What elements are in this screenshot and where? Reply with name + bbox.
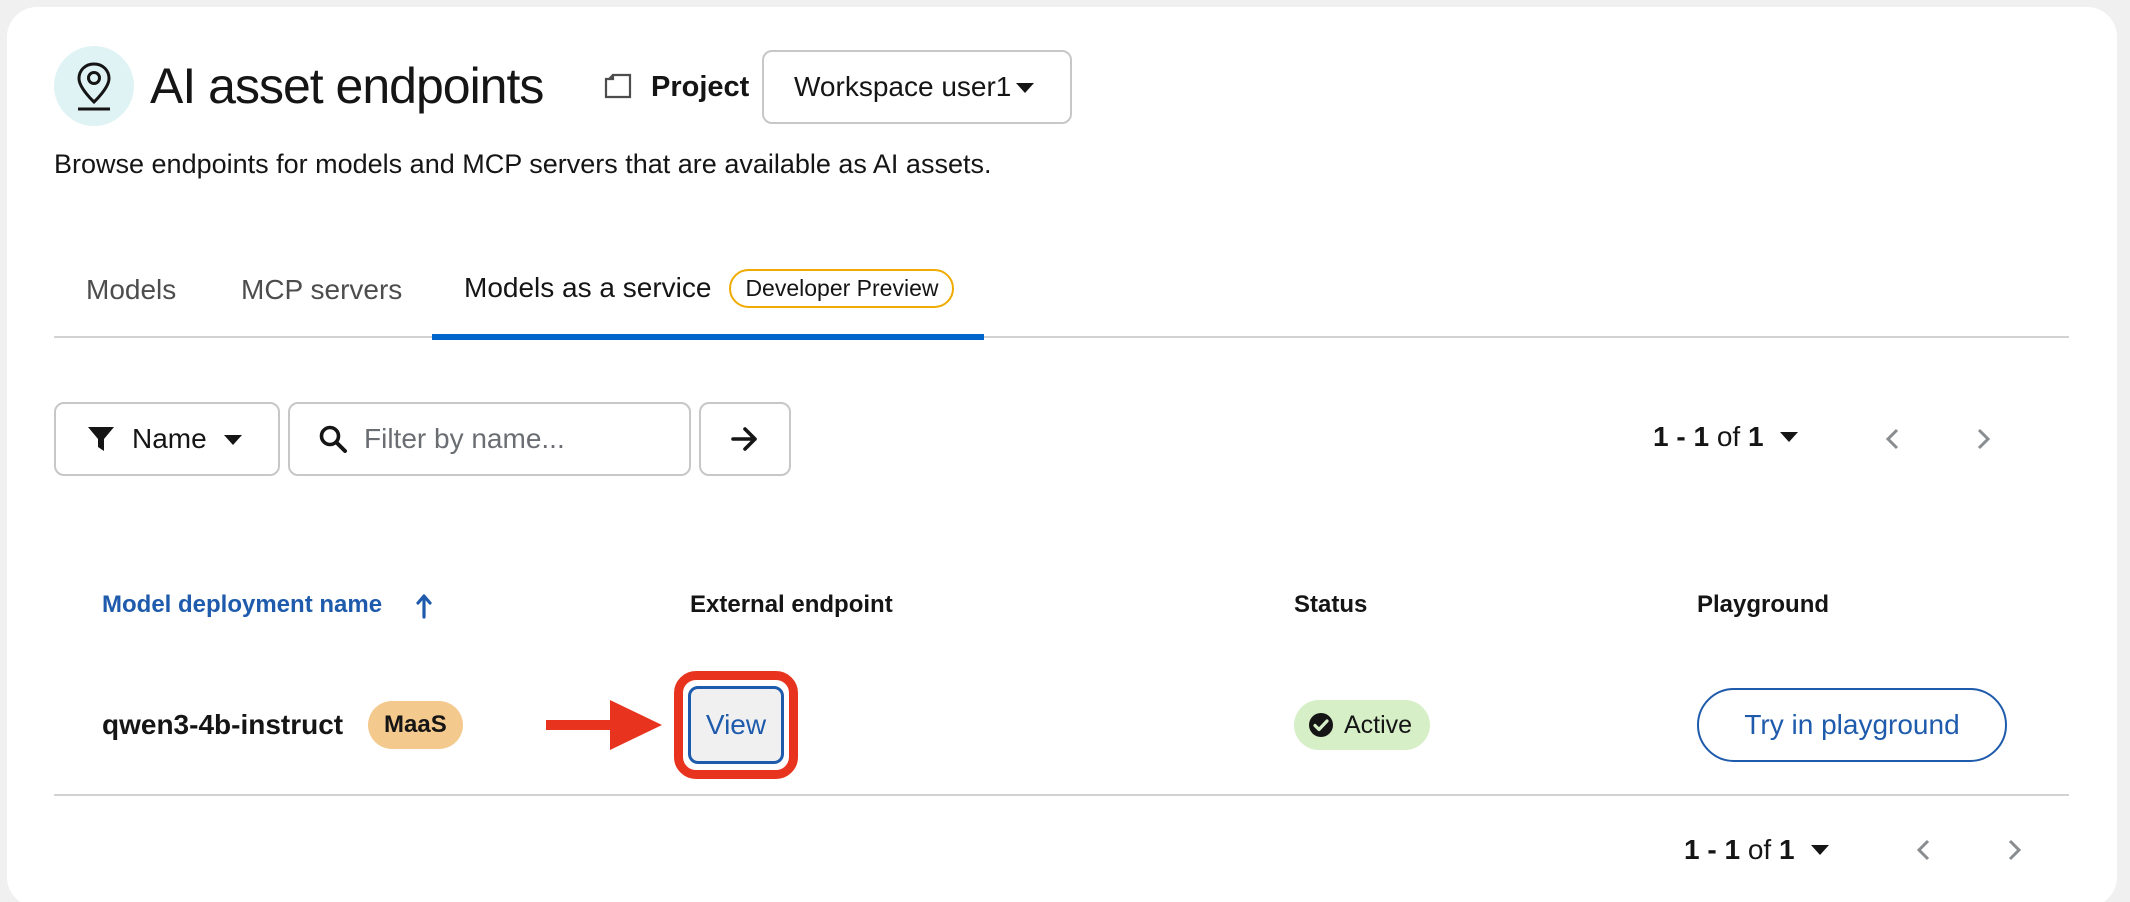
filter-icon	[88, 427, 114, 451]
column-header-model-deployment-name[interactable]: Model deployment name	[102, 590, 382, 620]
row-divider	[54, 794, 2069, 796]
pagination-summary: 1 - 1 of 1	[1684, 834, 1795, 865]
caret-down-icon	[1810, 845, 1829, 855]
tab-label: MCP servers	[241, 274, 403, 305]
pagination-summary: 1 - 1 of 1	[1653, 421, 1764, 452]
column-header-external-endpoint: External endpoint	[690, 591, 893, 618]
sort-ascending-icon[interactable]	[416, 593, 432, 619]
arrow-right-icon	[731, 427, 757, 451]
column-header-status: Status	[1294, 591, 1368, 618]
chevron-right-icon[interactable]	[1973, 427, 1993, 451]
tab-label: Models as a service	[464, 272, 712, 303]
search-icon	[319, 425, 347, 453]
status-label: Active	[1344, 710, 1413, 739]
caret-down-icon	[1779, 432, 1798, 442]
tab-models-as-a-service[interactable]: Models as a service Developer Preview	[432, 256, 985, 340]
tab-mcp-servers[interactable]: MCP servers	[241, 256, 402, 338]
status-badge: Active	[1294, 700, 1431, 750]
filter-attribute-dropdown[interactable]: Name	[54, 402, 280, 476]
search-submit-button[interactable]	[699, 402, 791, 476]
folder-icon	[604, 73, 632, 99]
check-circle-icon	[1309, 713, 1333, 737]
search-input[interactable]	[364, 423, 684, 455]
chevron-left-icon[interactable]	[1883, 427, 1903, 451]
caret-down-icon	[224, 435, 242, 445]
workspace-select[interactable]: Workspace user1	[762, 50, 1072, 124]
search-field[interactable]	[288, 402, 691, 476]
workspace-select-value: Workspace user1	[794, 71, 1012, 102]
chevron-right-icon[interactable]	[2004, 838, 2024, 862]
annotation-arrow-icon	[546, 700, 662, 750]
try-in-playground-button[interactable]: Try in playground	[1697, 688, 2007, 762]
filter-attribute-label: Name	[132, 423, 207, 454]
pagination-toggle-top[interactable]: 1 - 1 of 1	[1653, 421, 1798, 453]
model-deployment-name: qwen3-4b-instruct	[102, 709, 344, 740]
tab-label: Models	[86, 274, 177, 305]
page-description: Browse endpoints for models and MCP serv…	[54, 149, 992, 179]
developer-preview-badge: Developer Preview	[729, 268, 955, 308]
chevron-left-icon[interactable]	[1914, 838, 1934, 862]
page-title: AI asset endpoints	[150, 58, 544, 114]
tab-bar: Models MCP servers Models as a service D…	[54, 256, 2069, 340]
tab-models[interactable]: Models	[86, 256, 176, 338]
pagination-toggle-bottom[interactable]: 1 - 1 of 1	[1684, 834, 1829, 866]
caret-down-icon	[1016, 83, 1034, 93]
maas-badge: MaaS	[368, 701, 463, 749]
map-pin-icon	[54, 46, 134, 126]
column-header-playground: Playground	[1697, 591, 1830, 618]
project-label: Project	[651, 71, 750, 103]
view-endpoint-button[interactable]: View	[688, 686, 784, 764]
